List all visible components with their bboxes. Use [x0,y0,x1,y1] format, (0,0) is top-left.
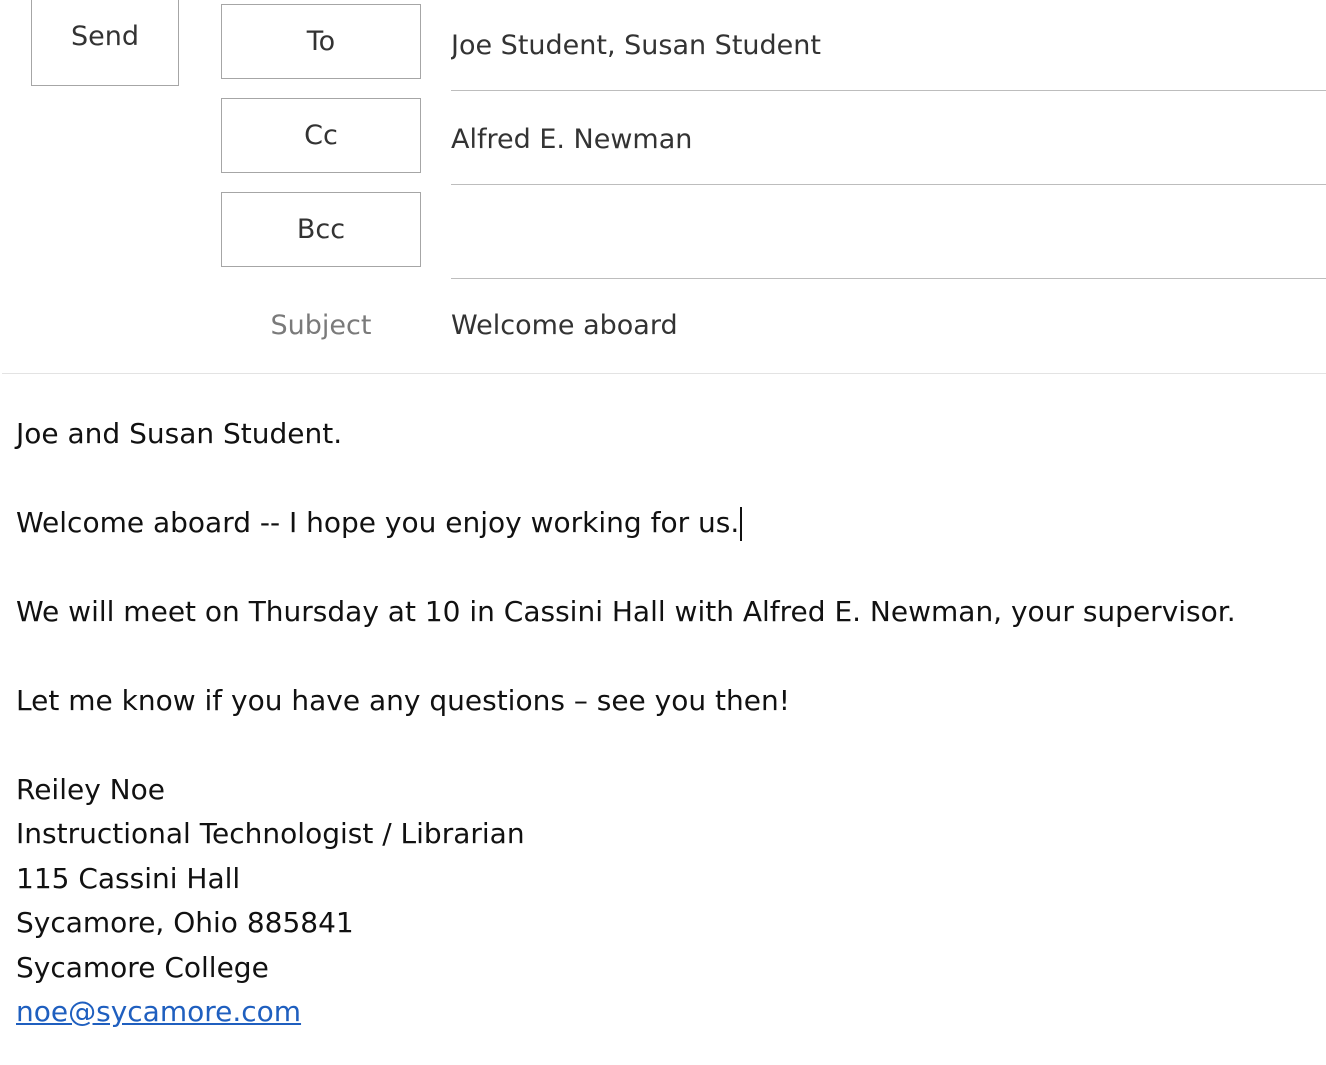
send-button[interactable]: Send [31,0,179,86]
body-line-welcome: Welcome aboard -- I hope you enjoy worki… [16,501,1322,545]
bcc-field[interactable] [451,193,1326,279]
cc-field[interactable]: Alfred E. Newman [451,99,1326,185]
cc-button[interactable]: Cc [221,98,421,173]
to-field[interactable]: Joe Student, Susan Student [451,5,1326,91]
bcc-button[interactable]: Bcc [221,192,421,267]
signature-email-link[interactable]: noe@sycamore.com [16,995,301,1028]
subject-label: Subject [270,309,372,341]
compose-header: Send To Joe Student, Susan Student Cc Al… [0,0,1326,374]
signature-address-line-1: 115 Cassini Hall [16,861,241,895]
text-caret [740,507,743,541]
subject-field[interactable]: Welcome aboard [451,300,1326,350]
body-line-questions: Let me know if you have any questions – … [16,684,790,717]
to-button[interactable]: To [221,4,421,79]
signature-address-line-2: Sycamore, Ohio 885841 [16,906,354,940]
signature-name: Reiley Noe [16,773,165,806]
signature-block: Reiley Noe Instructional Technologist / … [16,768,1322,1034]
message-body[interactable]: Joe and Susan Student. Welcome aboard --… [16,412,1322,1034]
header-divider [2,373,1326,374]
signature-title: Instructional Technologist / Librarian [16,817,525,851]
signature-organization: Sycamore College [16,950,269,984]
body-greeting: Joe and Susan Student. [16,417,343,450]
body-line-welcome-text: Welcome aboard -- I hope you enjoy worki… [16,506,740,539]
body-line-meeting: We will meet on Thursday at 10 in Cassin… [16,595,1236,628]
signature-email-row: noe@sycamore.com [16,990,1322,1034]
